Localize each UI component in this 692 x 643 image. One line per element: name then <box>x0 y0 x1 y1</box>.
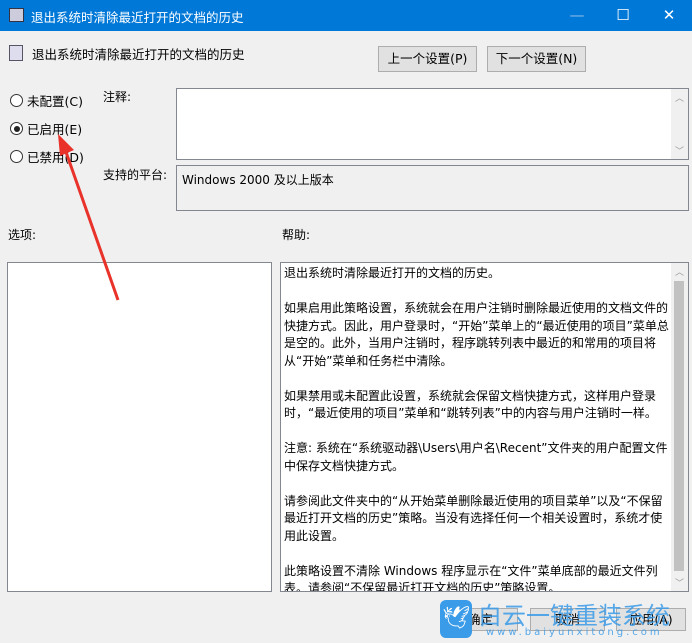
radio-disabled[interactable]: 已禁用(D) <box>10 147 84 166</box>
comment-label: 注释: <box>103 90 132 104</box>
window-title: 退出系统时清除最近打开的文档的历史 <box>31 10 244 25</box>
radio-label: 未配置(C) <box>27 94 83 109</box>
help-paragraph: 注意: 系统在“系统驱动器\Users\用户名\Recent”文件夹的用户配置文… <box>284 441 668 473</box>
options-panel <box>7 262 272 592</box>
radio-circle[interactable] <box>10 94 23 107</box>
help-paragraph: 如果启用此策略设置，系统就会在用户注销时删除最近使用的文档文件的快捷方式。因此，… <box>284 301 669 368</box>
minimize-button[interactable]: — <box>554 0 600 31</box>
help-paragraph: 退出系统时清除最近打开的文档的历史。 <box>284 266 501 280</box>
options-label: 选项: <box>8 228 37 242</box>
maximize-button[interactable]: ☐ <box>600 0 646 31</box>
radio-label: 已启用(E) <box>27 122 83 137</box>
platform-value: Windows 2000 及以上版本 <box>182 173 334 187</box>
setting-icon <box>9 45 23 61</box>
apply-button[interactable]: 应用(A) <box>616 608 686 631</box>
help-paragraph: 如果禁用或未配置此设置，系统就会保留文档快捷方式，这样用户登录时，“最近使用的项… <box>284 388 657 421</box>
radio-enabled[interactable]: 已启用(E) <box>10 119 82 138</box>
help-label: 帮助: <box>282 228 311 242</box>
help-paragraph: 此策略设置不清除 Windows 程序显示在“文件”菜单底部的最近文件列表。请参… <box>284 563 658 592</box>
scrollbar-thumb[interactable] <box>674 281 684 571</box>
title-bar: 退出系统时清除最近打开的文档的历史 — ☐ ✕ <box>0 0 692 31</box>
ok-button[interactable]: 确定 <box>443 608 518 631</box>
help-panel: 退出系统时清除最近打开的文档的历史。 如果启用此策略设置，系统就会在用户注销时删… <box>280 262 689 592</box>
cancel-button[interactable]: 取消 <box>530 608 605 631</box>
policy-app-icon <box>9 8 24 22</box>
radio-label: 已禁用(D) <box>27 150 84 165</box>
help-scrollbar[interactable]: ︿ ﹀ <box>671 263 688 591</box>
next-setting-button[interactable]: 下一个设置(N) <box>487 46 586 72</box>
radio-circle[interactable] <box>10 122 23 135</box>
previous-setting-button[interactable]: 上一个设置(P) <box>378 46 477 72</box>
comment-scrollbar[interactable]: ︿ ﹀ <box>671 89 688 159</box>
radio-circle[interactable] <box>10 150 23 163</box>
radio-not-configured[interactable]: 未配置(C) <box>10 91 83 110</box>
close-button[interactable]: ✕ <box>646 0 692 31</box>
setting-title: 退出系统时清除最近打开的文档的历史 <box>32 47 245 62</box>
comment-textarea[interactable]: ︿ ﹀ <box>176 88 689 160</box>
platform-label: 支持的平台: <box>103 168 168 182</box>
platform-field: Windows 2000 及以上版本 <box>176 165 689 211</box>
help-paragraph: 请参阅此文件夹中的“从开始菜单删除最近使用的项目菜单”以及“不保留最近打开文档的… <box>284 493 663 543</box>
